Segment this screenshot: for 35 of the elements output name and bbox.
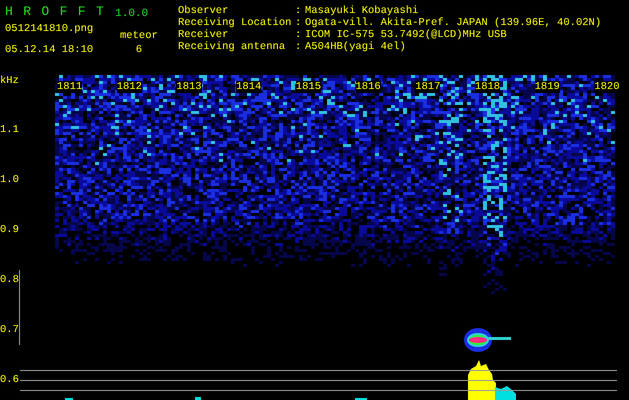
time-label: 1814 [236, 81, 262, 93]
time-label: 1820 [594, 81, 620, 93]
field-value: A504HB(yagi 4el) [305, 41, 406, 53]
frequency-label: 0.8 [0, 274, 19, 286]
frequency-label: 1.1 [0, 124, 19, 136]
time-label: 1816 [356, 81, 381, 93]
frequency-label: 0.6 [0, 374, 19, 386]
time-label: 1812 [116, 81, 142, 93]
time-label: 1817 [415, 81, 440, 93]
time-label: 1811 [57, 81, 82, 93]
unit-label: kHz [0, 75, 19, 87]
frequency-label: 0.7 [0, 324, 19, 336]
time-label: 1819 [534, 81, 560, 93]
frequency-label: 0.9 [0, 224, 19, 236]
meteor-label: meteor [120, 30, 158, 42]
field-separator: : [295, 41, 302, 53]
file-name: 0512141810.png [5, 23, 94, 35]
field-separator: : [295, 5, 302, 17]
field-value: Masayuki Kobayashi [305, 5, 418, 17]
frequency-label: 1.0 [0, 174, 19, 186]
app-title: H R O F F T [5, 4, 106, 20]
app-version: 1.0.0 [115, 8, 148, 20]
meteor-count: 6 [136, 44, 142, 56]
field-separator: : [295, 17, 302, 29]
field-label: Receiving Location [178, 17, 292, 29]
date-time: 05.12.14 18:10 [5, 44, 94, 56]
time-label: 1818 [474, 81, 500, 93]
time-label: 1815 [296, 81, 322, 93]
field-value: ICOM IC-575 53.7492(@LCD)MHz USB [305, 29, 507, 41]
field-label: Observer [178, 5, 230, 17]
field-label: Receiver [178, 29, 230, 41]
field-label: Receiving antenna [178, 41, 286, 53]
time-label: 1813 [176, 81, 202, 93]
field-separator: : [295, 29, 302, 41]
field-value: Ogata-vill. Akita-Pref. JAPAN (139.96E, 40.02N) [305, 17, 602, 29]
